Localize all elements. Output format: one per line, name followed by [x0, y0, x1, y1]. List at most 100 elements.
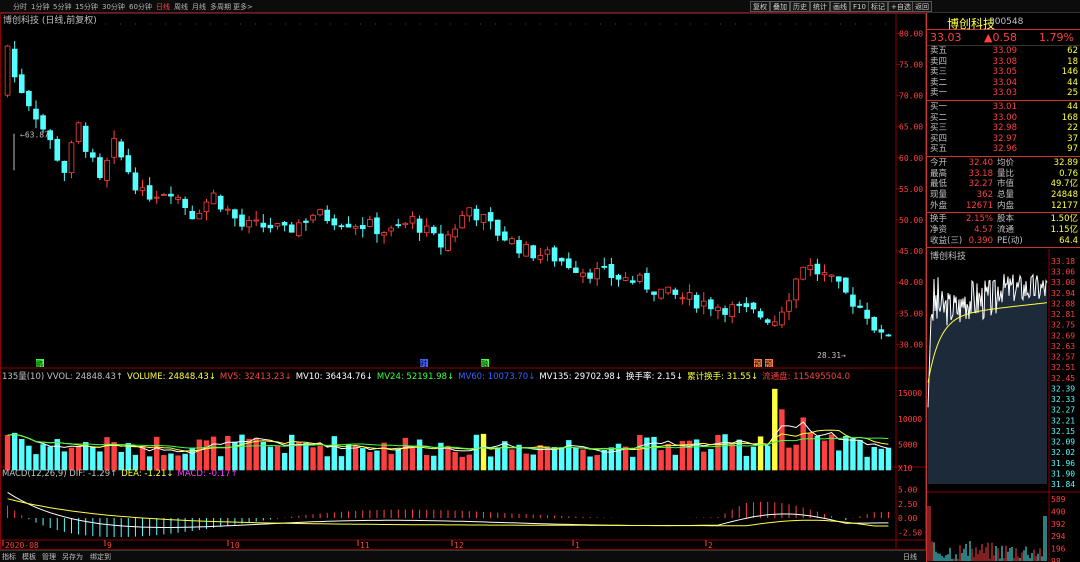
volume-bar: [722, 434, 728, 471]
volume-bar: [701, 451, 707, 471]
period-tab[interactable]: 日线: [156, 2, 170, 12]
order-book-row: 买二 33.00 168: [927, 113, 1080, 124]
candle-body: [843, 277, 849, 293]
candle-body: [281, 222, 288, 226]
toolbar-button[interactable]: +自选: [888, 1, 914, 12]
mini-price-label: 32.94: [1051, 289, 1075, 298]
bottom-tab[interactable]: 管理: [42, 552, 56, 562]
volume-bar: [4, 434, 11, 471]
candle-body: [196, 212, 203, 220]
candle-body: [239, 214, 245, 227]
order-book-row: 卖三 33.05 146: [927, 67, 1080, 78]
price-tick-label: 75.00: [899, 61, 923, 70]
period-tab[interactable]: 60分钟: [129, 2, 152, 12]
price-tick-label: 60.00: [899, 154, 923, 163]
period-tab[interactable]: 周线: [174, 2, 188, 12]
candle-body: [359, 225, 366, 230]
candle-body: [274, 223, 281, 227]
toolbar-button[interactable]: F10: [850, 1, 869, 12]
volume-bar: [409, 448, 416, 471]
candle-body: [558, 257, 565, 262]
book-volume: 44: [1067, 101, 1078, 112]
volume-bar: [445, 445, 451, 471]
period-tab[interactable]: 1分钟: [31, 2, 49, 12]
volume-bar: [132, 454, 139, 471]
book-label: 卖二: [930, 77, 948, 88]
volume-tick-label: 10000: [898, 415, 922, 424]
toolbar-button[interactable]: 复权: [750, 1, 770, 12]
candle-body: [487, 212, 494, 222]
candle-body: [565, 258, 572, 269]
volume-bar: [686, 440, 693, 471]
candle-body: [317, 209, 323, 216]
toolbar-button[interactable]: 叠加: [770, 1, 790, 12]
toolbar-button[interactable]: 画线: [830, 1, 850, 12]
event-marker-label: 鹏: [36, 359, 43, 368]
volume-bar: [175, 455, 181, 471]
volume-bar: [530, 454, 536, 471]
volume-bar: [885, 447, 892, 471]
bottom-tab[interactable]: 指标: [2, 552, 16, 562]
price-tick-label: 65.00: [899, 123, 923, 132]
volume-bar: [814, 436, 821, 471]
volume-bar: [615, 443, 622, 471]
toolbar-button[interactable]: 历史: [790, 1, 810, 12]
book-label: 买一: [930, 101, 948, 112]
candle-body: [786, 300, 792, 312]
candle-body: [232, 209, 238, 219]
stat-label: 股本: [997, 214, 1015, 225]
order-book-row: 买一 33.01 44: [927, 102, 1080, 113]
bottom-tab[interactable]: 绑定到: [90, 552, 111, 562]
period-tab[interactable]: 多周期: [210, 2, 231, 12]
volume-bar: [210, 436, 217, 471]
ask-book: 卖五 33.09 62 卖四 33.08 18 卖三 33.05 146 卖二 33.04 44 卖一 3…: [927, 46, 1080, 99]
book-label: 卖四: [930, 56, 948, 67]
volume-bar: [587, 456, 593, 471]
stat-label: 外盘: [930, 200, 948, 211]
period-tab[interactable]: 5分钟: [53, 2, 71, 12]
volume-bar: [239, 434, 245, 471]
candle-body: [416, 218, 423, 233]
book-label: 卖五: [930, 46, 948, 56]
indicator-value: 换手率: 2.15↓: [625, 372, 684, 382]
candle-body: [679, 297, 686, 300]
intraday-chart-svg: 33.18 33.06 33.0032.94 32.88 32.8132.75 32.69…: [927, 249, 1080, 562]
order-book-row: 卖二 33.04 44: [927, 78, 1080, 89]
volume-bar: [125, 443, 132, 471]
book-volume: 97: [1067, 144, 1078, 155]
book-volume: 62: [1067, 46, 1078, 56]
period-tab[interactable]: 15分钟: [75, 2, 98, 12]
mini-price-label: 32.27: [1051, 406, 1075, 415]
volume-bar: [509, 449, 515, 471]
volume-bar: [310, 447, 316, 471]
toolbar-button[interactable]: 标记: [868, 1, 888, 12]
candle-body: [587, 272, 593, 279]
candle-body: [615, 275, 622, 280]
intraday-mini-chart[interactable]: 博创科技 33.18 33.06 33.00 32.94 32.88 32.81 32.75…: [927, 249, 1080, 562]
volume-bar: [416, 439, 423, 471]
candle-body: [4, 45, 11, 96]
mini-price-label: 31.84: [1051, 480, 1075, 489]
toolbar-button[interactable]: 返回: [912, 1, 932, 12]
volume-bar: [154, 436, 160, 471]
volume-bar: [139, 446, 146, 471]
candle-body: [132, 172, 139, 191]
chart-area[interactable]: 80.00 75.00 70.00 65.00 60.00 55.00 50.00 45.00…: [0, 13, 926, 550]
period-tab[interactable]: 30分钟: [102, 2, 125, 12]
volume-bar: [225, 436, 231, 471]
candle-body: [430, 226, 437, 234]
toolbar-button[interactable]: 统计: [810, 1, 830, 12]
indicator-value: MACD(12,26,9) DIF: -1.29↑: [2, 469, 118, 479]
period-tab[interactable]: 更多>: [233, 2, 253, 12]
candle-body: [466, 207, 473, 217]
candle-body: [750, 302, 757, 310]
volume-bar: [871, 447, 877, 471]
period-tab[interactable]: 分时: [13, 2, 27, 12]
bottom-tab[interactable]: 另存为: [62, 552, 83, 562]
period-tab[interactable]: 月线: [192, 2, 206, 12]
book-label: 买二: [930, 112, 948, 123]
stat-row: 现量 362 总量 24848: [927, 190, 1080, 201]
volume-bar: [203, 440, 210, 471]
bottom-tab[interactable]: 模板: [22, 552, 36, 562]
candle-body: [715, 306, 721, 312]
